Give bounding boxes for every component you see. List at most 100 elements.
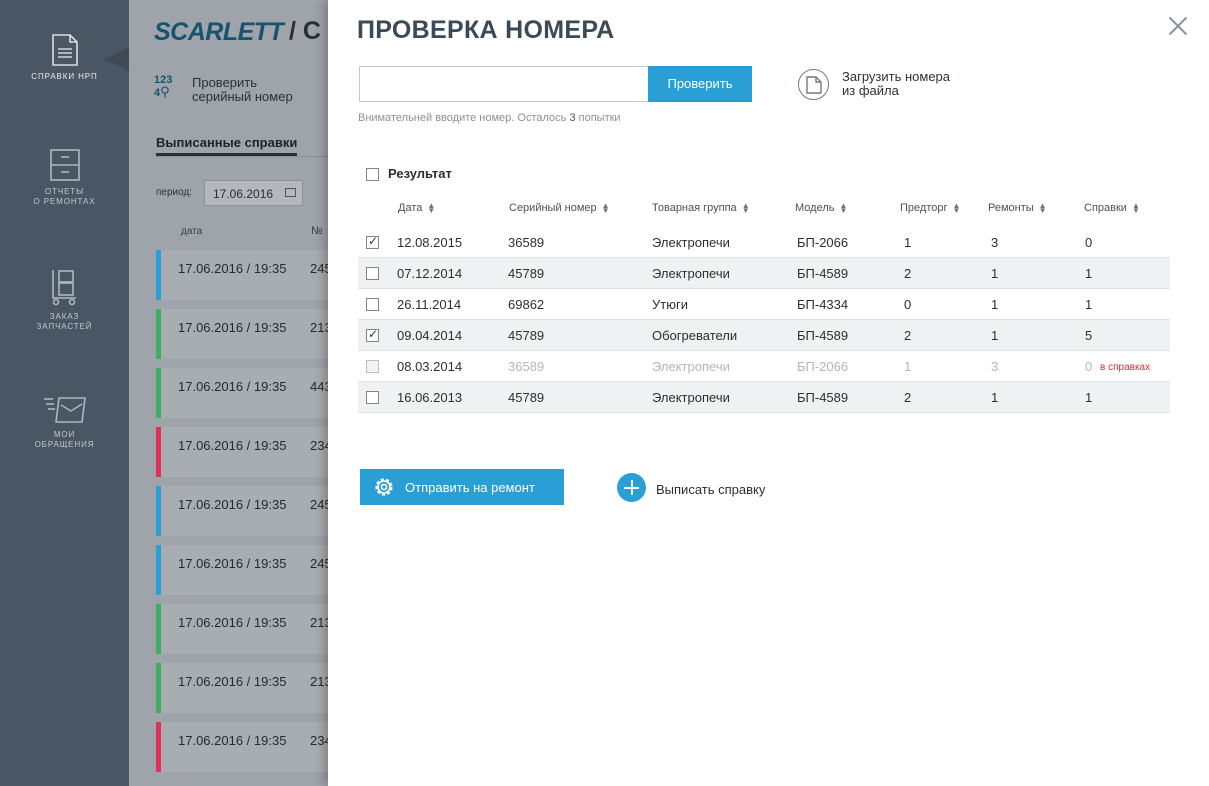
tab-issued-certificates[interactable]: Выписанные справки	[156, 135, 297, 150]
cell-pretrade: 1	[904, 235, 912, 250]
cell-group: Обогреватели	[652, 328, 738, 343]
cell-date: 07.12.2014	[397, 266, 463, 281]
cell-certificates: 1	[1085, 266, 1093, 281]
background-page: SCARLETT / С 123 4⚲ Проверить серийный н…	[129, 0, 359, 786]
status-stripe	[156, 309, 161, 359]
result-label: Результат	[388, 166, 452, 181]
period-label: период:	[156, 187, 193, 198]
close-icon[interactable]	[1168, 16, 1188, 36]
issue-certificate-label: Выписать справку	[656, 482, 766, 497]
column-header-date: дата	[181, 226, 203, 237]
nav-label: Справки НРП	[31, 72, 98, 81]
cell-model: БП-2066	[797, 359, 849, 374]
sort-icon: ▲ ▼	[952, 201, 961, 216]
plus-icon	[617, 473, 646, 502]
column-header-serial[interactable]: Серийный номер ▲ ▼	[509, 201, 610, 216]
certificate-datetime: 17.06.2016 / 19:35	[178, 320, 287, 335]
row-checkbox[interactable]	[366, 267, 379, 280]
cell-date: 16.06.2013	[397, 390, 463, 405]
cell-repairs: 1	[991, 266, 999, 281]
column-header-pretrade[interactable]: Предторг ▲ ▼	[900, 201, 961, 216]
cell-group: Электропечи	[652, 390, 730, 405]
status-stripe	[156, 545, 161, 595]
send-to-repair-button[interactable]: Отправить на ремонт	[360, 469, 564, 505]
status-stripe	[156, 722, 161, 772]
cell-model: БП-2066	[797, 235, 849, 250]
result-row[interactable]: 12.08.2015 36589 Электропечи БП-2066 1 3 0	[358, 227, 1170, 258]
certificate-datetime: 17.06.2016 / 19:35	[178, 674, 287, 689]
sort-icon: ▲ ▼	[839, 201, 848, 216]
row-checkbox[interactable]	[366, 234, 379, 249]
cell-date: 08.03.2014	[397, 359, 463, 374]
cell-group: Утюги	[652, 297, 688, 312]
upload-from-file-button[interactable]: Загрузить номера из файла	[798, 69, 998, 103]
cell-model: БП-4589	[797, 390, 849, 405]
nav-label: запчастей	[36, 322, 93, 331]
cell-certificates: 1	[1085, 390, 1093, 405]
result-row[interactable]: 07.12.2014 45789 Электропечи БП-4589 2 1 1	[358, 258, 1170, 289]
cell-group: Электропечи	[652, 235, 730, 250]
attempts-hint: Внимательней вводите номер. Осталось 3 п…	[358, 112, 621, 124]
nav-label: Отчеты	[44, 187, 85, 196]
nav-active-notch	[104, 47, 129, 71]
status-stripe	[156, 427, 161, 477]
serial-number-input[interactable]	[359, 66, 648, 102]
cell-serial: 36589	[508, 235, 545, 250]
cell-repairs: 1	[991, 297, 999, 312]
result-row: 08.03.2014 36589 Электропечи БП-2066 1 3 0 в сп…	[358, 351, 1170, 382]
cell-repairs: 3	[991, 359, 999, 374]
cell-certificates: 1	[1085, 297, 1093, 312]
document-icon	[51, 34, 78, 66]
cell-model: БП-4589	[797, 266, 849, 281]
certificate-datetime: 17.06.2016 / 19:35	[178, 615, 287, 630]
send-to-repair-label: Отправить на ремонт	[405, 480, 535, 495]
column-header-date[interactable]: Дата ▲ ▼	[398, 202, 435, 215]
check-serial-link[interactable]: 123 4⚲ Проверить серийный номер	[154, 74, 354, 104]
cell-date: 26.11.2014	[397, 297, 462, 312]
certificate-datetime: 17.06.2016 / 19:35	[178, 497, 287, 512]
sort-icon: ▲ ▼	[1038, 201, 1047, 216]
cell-date: 12.08.2015	[397, 235, 463, 250]
sort-icon: ▲ ▼	[1131, 201, 1140, 216]
cell-model: БП-4334	[797, 297, 849, 312]
column-header-repairs[interactable]: Ремонты ▲ ▼	[988, 201, 1047, 216]
check-button[interactable]: Проверить	[648, 66, 752, 102]
row-checkbox[interactable]	[366, 327, 379, 342]
period-date-field[interactable]: 17.06.2016	[204, 180, 303, 206]
result-row[interactable]: 26.11.2014 69862 Утюги БП-4334 0 1 1	[358, 289, 1170, 320]
cell-group: Электропечи	[652, 266, 730, 281]
column-header-model[interactable]: Модель ▲ ▼	[795, 201, 848, 216]
column-header-certificates[interactable]: Справки ▲ ▼	[1084, 201, 1140, 216]
nav-item-parts-order[interactable]: Заказ запчастей	[0, 268, 129, 332]
status-stripe	[156, 663, 161, 713]
sort-icon: ▲ ▼	[601, 201, 610, 216]
cell-serial: 45789	[508, 328, 545, 343]
cell-serial: 45789	[508, 390, 545, 405]
cell-repairs: 3	[991, 235, 999, 250]
status-stripe	[156, 368, 161, 418]
page-title-fragment: / С	[289, 17, 321, 45]
select-all-checkbox[interactable]	[366, 168, 379, 182]
certificate-datetime: 17.06.2016 / 19:35	[178, 556, 287, 571]
result-select-all[interactable]: Результат	[366, 166, 452, 182]
brand-logo: SCARLETT	[154, 18, 284, 46]
upload-label: Загрузить номера из файла	[842, 69, 951, 98]
row-checkbox[interactable]	[366, 391, 379, 404]
result-row[interactable]: 16.06.2013 45789 Электропечи БП-4589 2 1 1	[358, 382, 1170, 413]
dialog-title: ПРОВЕРКА НОМЕРА	[357, 16, 615, 44]
status-stripe	[156, 486, 161, 536]
row-checkbox[interactable]	[366, 298, 379, 311]
sort-icon: ▲ ▼	[741, 201, 750, 216]
check-serial-label: Проверить серийный номер	[192, 75, 293, 104]
nav-item-repair-reports[interactable]: Отчеты о ремонтах	[0, 149, 129, 207]
check-number-dialog: ПРОВЕРКА НОМЕРА Проверить Внимательней в…	[328, 0, 1209, 786]
result-row[interactable]: 09.04.2014 45789 Обогреватели БП-4589 2 1 5	[358, 320, 1170, 351]
cell-serial: 36589	[508, 359, 545, 374]
cell-model: БП-4589	[797, 328, 849, 343]
column-header-number: №	[311, 225, 323, 237]
already-in-certificates-badge: в справках	[1100, 362, 1151, 373]
cell-pretrade: 1	[904, 359, 912, 374]
nav-item-my-requests[interactable]: Мои обращения	[0, 396, 129, 450]
column-header-group[interactable]: Товарная группа ▲ ▼	[652, 201, 750, 216]
cell-serial: 45789	[508, 266, 545, 281]
